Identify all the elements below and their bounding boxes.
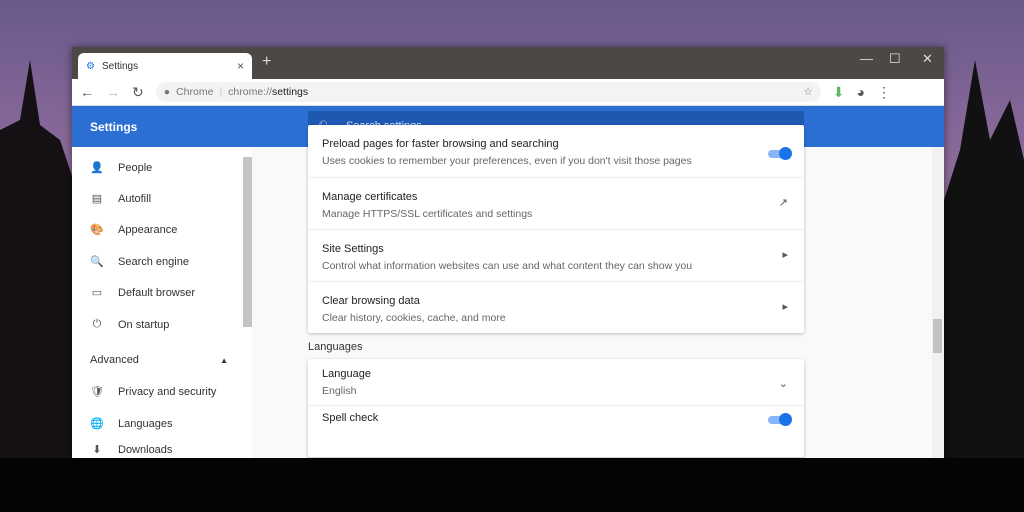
reload-icon[interactable]: ↻ [132,84,144,101]
language-row[interactable]: Language English ⌄ [308,359,804,405]
forward-icon[interactable]: → [106,84,120,100]
palette-icon: 🎨 [90,224,104,236]
search-icon: 🔍 [90,256,104,268]
new-tab-button[interactable]: + [262,53,271,71]
clipboard-icon: ▤ [91,193,103,205]
preload-toggle[interactable] [768,147,792,160]
tab-strip: ⚙ Settings × + — ☐ ✕ [72,47,944,79]
sidebar-item-default-browser[interactable]: ▭ Default browser [90,286,195,300]
browser-window: ⚙ Settings × + — ☐ ✕ ← → ↻ ● Chrome | ch… [72,47,944,458]
menu-icon[interactable]: ⋮ [877,84,891,101]
languages-heading: Languages [308,341,363,353]
sidebar-item-languages[interactable]: 🌐 Languages [90,417,172,431]
chevron-right-icon: ▸ [782,249,788,261]
toolbar: ← → ↻ ● Chrome | chrome://settings ☆ ⬇ ◕… [72,79,944,106]
privacy-card: Preload pages for faster browsing and se… [308,125,804,333]
site-chip: Chrome [176,86,214,98]
sidebar-item-people[interactable]: 👤 People [90,161,152,175]
sidebar-item-privacy[interactable]: 🛡 Privacy and security [90,385,216,399]
globe-icon: 🌐 [90,418,104,430]
sidebar-item-appearance[interactable]: 🎨 Appearance [90,223,177,237]
url-text: chrome://settings [228,86,309,98]
sidebar: 👤 People ▤ Autofill 🎨 Appearance 🔍 Search en… [72,147,252,458]
page-title: Settings [90,120,138,134]
site-info-icon: ● [163,86,171,98]
sidebar-item-on-startup[interactable]: ⏻ On startup [90,318,170,331]
clear-browsing-data-row[interactable]: Clear browsing data Clear history, cookie… [308,281,804,333]
spell-check-label: Spell check [322,412,379,424]
sidebar-item-autofill[interactable]: ▤ Autofill [90,192,151,206]
download-icon: ⬇ [92,444,102,456]
address-bar[interactable]: ● Chrome | chrome://settings ☆ [155,82,821,102]
person-icon: 👤 [90,162,104,174]
back-icon[interactable]: ← [80,84,94,100]
sidebar-scrollbar[interactable] [243,157,252,327]
shield-icon: 🛡 [90,386,104,398]
sidebar-item-search-engine[interactable]: 🔍 Search engine [90,255,189,269]
chevron-right-icon: ▸ [782,301,788,313]
tab-settings[interactable]: ⚙ Settings × [78,53,252,79]
star-icon[interactable]: ☆ [803,86,812,98]
browser-icon: ▭ [91,287,103,299]
tab-title: Settings [101,60,139,72]
site-settings-row[interactable]: Site Settings Control what information we… [308,229,804,281]
page-scrollbar[interactable] [932,147,944,458]
sidebar-advanced-toggle[interactable]: Advanced ▲ [90,354,228,366]
power-icon: ⏻ [92,318,102,330]
gear-icon: ⚙ [86,60,95,72]
spell-check-toggle[interactable] [768,413,792,426]
chevron-down-icon: ⌄ [778,378,788,390]
download-extension-icon[interactable]: ⬇ [833,84,845,101]
minimize-button[interactable]: — [860,51,873,66]
preload-row[interactable]: Preload pages for faster browsing and se… [308,125,804,177]
spell-check-row[interactable]: Spell check [308,405,804,457]
external-link-icon: ↗ [778,197,788,209]
sidebar-item-downloads[interactable]: ⬇ Downloads [90,443,172,457]
chevron-up-icon: ▲ [220,355,228,365]
maximize-button[interactable]: ☐ [889,51,901,67]
scrollbar-thumb[interactable] [933,319,942,353]
manage-certificates-row[interactable]: Manage certificates Manage HTTPS/SSL cert… [308,177,804,229]
avatar[interactable]: ◕ [856,84,864,100]
settings-content: Preload pages for faster browsing and se… [308,125,804,457]
close-tab-icon[interactable]: × [237,59,244,73]
close-window-button[interactable]: ✕ [922,51,933,67]
languages-card: Language English ⌄ Spell check [308,359,804,457]
